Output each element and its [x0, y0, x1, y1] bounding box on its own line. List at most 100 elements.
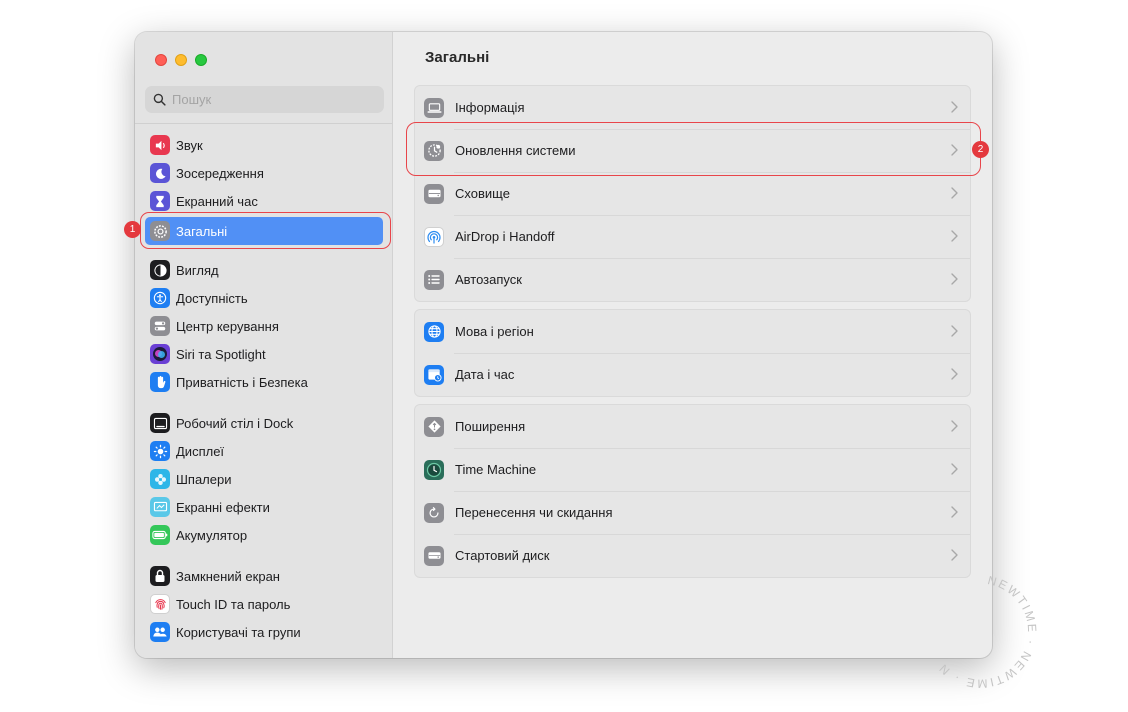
sidebar-item-4[interactable]: Вигляд	[145, 257, 383, 283]
settings-row-label: Стартовий диск	[455, 548, 550, 563]
chevron-right-icon	[951, 273, 958, 285]
sidebar-item-label: Зосередження	[176, 165, 264, 181]
sidebar-item-7[interactable]: Siri та Spotlight	[145, 341, 383, 367]
globe-icon	[424, 321, 444, 342]
settings-row-0-4[interactable]: Автозапуск	[415, 258, 970, 301]
fingerprint-icon	[150, 594, 170, 614]
reset-icon	[424, 502, 444, 523]
chevron-right-icon	[951, 325, 958, 337]
sidebar-item-15[interactable]: Touch ID та пароль	[145, 591, 383, 617]
close-button[interactable]	[155, 54, 167, 66]
sidebar-item-label: Загальні	[176, 223, 228, 239]
settings-row-1-1[interactable]: Дата і час	[415, 353, 970, 396]
svg-text:NEWTIME · NEWTIME · NEWTIME: NEWTIME · NEWTIME · NEWTIME	[925, 572, 1039, 691]
software-update-icon	[424, 140, 444, 161]
sidebar-item-9[interactable]: Робочий стіл і Dock	[145, 410, 383, 436]
sidebar-item-label: Екранні ефекти	[176, 499, 270, 515]
settings-row-label: Дата і час	[455, 367, 515, 382]
gear-icon	[150, 221, 170, 241]
control-center-icon	[150, 316, 170, 336]
sidebar-item-5[interactable]: Доступність	[145, 285, 383, 311]
settings-row-2-0[interactable]: Поширення	[415, 405, 970, 448]
sidebar-item-label: Робочий стіл і Dock	[176, 415, 294, 431]
sidebar-item-16[interactable]: Користувачі та групи	[145, 619, 383, 645]
speaker-icon	[150, 135, 170, 155]
hourglass-icon	[150, 191, 170, 211]
sidebar-item-3[interactable]: Загальні	[145, 217, 383, 245]
sidebar-item-6[interactable]: Центр керування	[145, 313, 383, 339]
calendar-clock-icon	[424, 364, 444, 385]
settings-row-label: Time Machine	[455, 462, 537, 477]
sidebar-item-label: Доступність	[176, 290, 248, 306]
laptop-icon	[424, 97, 444, 118]
sidebar-item-label: Дисплеї	[176, 443, 225, 459]
main-pane: Загальні Інформація Оновлення системи Схов…	[394, 32, 992, 658]
settings-group-locale: Мова і регіон Дата і час	[414, 309, 971, 397]
sidebar-item-10[interactable]: Дисплеї	[145, 438, 383, 464]
sidebar-item-14[interactable]: Замкнений екран	[145, 563, 383, 589]
watermark-seal: NEWTIME · NEWTIME · NEWTIME	[925, 572, 1039, 691]
sidebar-item-label: Шпалери	[176, 471, 232, 487]
settings-group-system: Інформація Оновлення системи Сховище AirDro…	[414, 85, 971, 302]
settings-row-label: Перенесення чи скидання	[455, 505, 613, 520]
settings-row-label: AirDrop і Handoff	[455, 229, 555, 244]
minimize-button[interactable]	[175, 54, 187, 66]
settings-row-2-3[interactable]: Стартовий диск	[415, 534, 970, 577]
list-icon	[424, 269, 444, 290]
hand-icon	[150, 372, 170, 392]
screensaver-icon	[150, 497, 170, 517]
settings-group-sharing: Поширення Time Machine Перенесення чи скид…	[414, 404, 971, 578]
sidebar-item-11[interactable]: Шпалери	[145, 466, 383, 492]
settings-row-label: Оновлення системи	[455, 143, 576, 158]
sidebar-item-2[interactable]: Екранний час	[145, 188, 383, 214]
page-title: Загальні	[425, 49, 490, 66]
sidebar-item-label: Акумулятор	[176, 527, 248, 543]
search-icon	[153, 93, 166, 106]
battery-icon	[150, 525, 170, 545]
settings-row-0-1[interactable]: Оновлення системи	[415, 129, 970, 172]
chevron-right-icon	[951, 230, 958, 242]
sidebar-item-label: Touch ID та пароль	[176, 596, 291, 612]
settings-window: Звук Зосередження Екранний час Загальні Вигл…	[135, 32, 992, 658]
users-icon	[150, 622, 170, 642]
sun-icon	[150, 441, 170, 461]
chevron-right-icon	[951, 101, 958, 113]
sidebar-separator	[135, 123, 392, 124]
sidebar-item-label: Екранний час	[176, 193, 258, 209]
settings-row-0-0[interactable]: Інформація	[415, 86, 970, 129]
settings-row-label: Мова і регіон	[455, 324, 534, 339]
settings-row-1-0[interactable]: Мова і регіон	[415, 310, 970, 353]
sharing-icon	[424, 416, 444, 437]
step-badge-2: 2	[972, 141, 989, 158]
settings-row-2-2[interactable]: Перенесення чи скидання	[415, 491, 970, 534]
sidebar-item-12[interactable]: Екранні ефекти	[145, 494, 383, 520]
traffic-lights	[155, 54, 207, 66]
chevron-right-icon	[951, 187, 958, 199]
time-machine-icon	[424, 459, 444, 480]
settings-row-label: Сховище	[455, 186, 510, 201]
sidebar-item-1[interactable]: Зосередження	[145, 160, 383, 186]
airdrop-icon	[424, 226, 444, 247]
sidebar-item-label: Siri та Spotlight	[176, 346, 266, 362]
settings-row-label: Поширення	[455, 419, 526, 434]
settings-row-0-3[interactable]: AirDrop і Handoff	[415, 215, 970, 258]
moon-icon	[150, 163, 170, 183]
chevron-right-icon	[951, 368, 958, 380]
wallpaper-icon	[150, 469, 170, 489]
zoom-button[interactable]	[195, 54, 207, 66]
settings-row-label: Автозапуск	[455, 272, 522, 287]
settings-row-0-2[interactable]: Сховище	[415, 172, 970, 215]
sidebar-item-label: Звук	[176, 137, 203, 153]
dock-icon	[150, 413, 170, 433]
search-field[interactable]	[145, 86, 384, 113]
step-badge-1: 1	[124, 221, 141, 238]
sidebar-item-8[interactable]: Приватність і Безпека	[145, 369, 383, 395]
sidebar-item-0[interactable]: Звук	[145, 132, 383, 158]
chevron-right-icon	[951, 463, 958, 475]
search-input[interactable]	[172, 92, 372, 107]
sidebar-item-label: Вигляд	[176, 262, 219, 278]
sidebar-item-13[interactable]: Акумулятор	[145, 522, 383, 548]
appearance-icon	[150, 260, 170, 280]
chevron-right-icon	[951, 549, 958, 561]
settings-row-2-1[interactable]: Time Machine	[415, 448, 970, 491]
